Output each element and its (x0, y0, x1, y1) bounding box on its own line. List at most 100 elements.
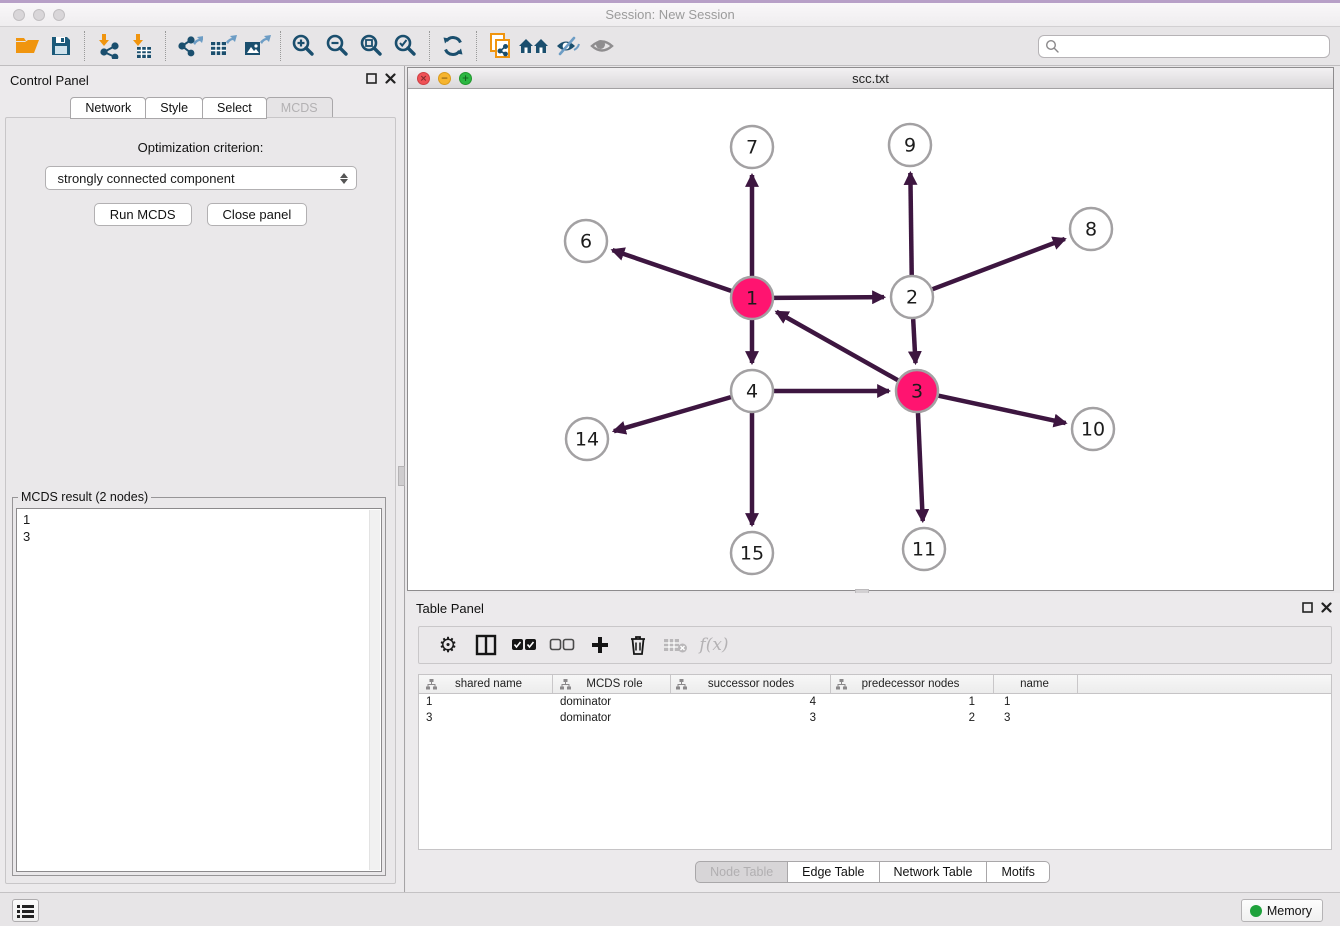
table-row[interactable]: 3dominator323 (419, 710, 1331, 726)
table-settings-button[interactable]: ⚙ (429, 629, 467, 661)
tab-network-table[interactable]: Network Table (879, 861, 988, 883)
zoom-selected-button[interactable] (389, 30, 423, 62)
hide-labels-button[interactable] (551, 30, 585, 62)
graph-node-7[interactable]: 7 (731, 126, 773, 168)
svg-text:4: 4 (746, 381, 758, 403)
graph-edge-1-6[interactable] (612, 250, 731, 291)
table-cell-mcds-role[interactable]: dominator (553, 710, 671, 726)
delete-column-button[interactable] (619, 629, 657, 661)
close-table-panel-icon[interactable] (1321, 602, 1332, 613)
select-all-icon (511, 638, 537, 652)
column-header-name[interactable]: name (994, 675, 1078, 693)
graph-edge-3-11[interactable] (918, 413, 923, 521)
table-cell-successor-nodes[interactable]: 4 (671, 694, 831, 710)
network-canvas[interactable]: 7 9 6 8 1 2 4 3 14 10 15 11 (408, 89, 1333, 590)
graph-node-15[interactable]: 15 (731, 532, 773, 574)
table-cell-shared-name[interactable]: 1 (419, 694, 553, 710)
column-type-icon (676, 679, 687, 690)
tab-node-table[interactable]: Node Table (695, 861, 788, 883)
table-cell-mcds-role[interactable]: dominator (553, 694, 671, 710)
duplicate-network-icon (487, 32, 513, 60)
table-row[interactable]: 1dominator411 (419, 694, 1331, 710)
save-session-button[interactable] (44, 30, 78, 62)
table-cell-predecessor-nodes[interactable]: 1 (831, 694, 994, 710)
criterion-dropdown[interactable]: strongly connected component (45, 166, 357, 190)
graph-node-9[interactable]: 9 (889, 124, 931, 166)
table-cell-name[interactable]: 3 (994, 710, 1078, 726)
column-header-shared-name[interactable]: shared name (419, 675, 553, 693)
export-network-button[interactable] (172, 30, 206, 62)
delete-table-button[interactable] (657, 629, 695, 661)
first-neighbors-button[interactable] (436, 30, 470, 62)
svg-text:9: 9 (904, 135, 916, 157)
add-column-button[interactable] (581, 629, 619, 661)
graph-node-10[interactable]: 10 (1072, 408, 1114, 450)
tab-select[interactable]: Select (202, 97, 267, 119)
column-header-predecessor-nodes[interactable]: predecessor nodes (831, 675, 994, 693)
export-table-button[interactable] (206, 30, 240, 62)
graph-node-2[interactable]: 2 (891, 276, 933, 318)
show-all-networks-button[interactable] (517, 30, 551, 62)
result-line: 1 (23, 511, 381, 528)
toggle-panel-columns-button[interactable] (467, 629, 505, 661)
graph-edge-2-9[interactable] (910, 173, 911, 275)
result-scrollbar[interactable] (369, 510, 380, 870)
memory-button[interactable]: Memory (1241, 899, 1323, 922)
toolbar-separator (165, 31, 166, 61)
graph-node-3[interactable]: 3 (896, 370, 938, 412)
graph-edge-2-3[interactable] (913, 319, 915, 363)
search-input[interactable] (1038, 35, 1330, 58)
tab-edge-table[interactable]: Edge Table (787, 861, 879, 883)
tab-mcds[interactable]: MCDS (266, 97, 333, 119)
graph-node-4[interactable]: 4 (731, 370, 773, 412)
result-lines-container: 13 (23, 511, 381, 545)
run-mcds-button[interactable]: Run MCDS (94, 203, 192, 226)
tab-motifs[interactable]: Motifs (986, 861, 1049, 883)
search-container (1038, 35, 1330, 58)
graph-edge-1-2[interactable] (774, 297, 884, 298)
graph-node-8[interactable]: 8 (1070, 208, 1112, 250)
tab-network[interactable]: Network (70, 97, 146, 119)
open-file-button[interactable] (10, 30, 44, 62)
graph-edge-3-1[interactable] (776, 312, 897, 380)
export-image-button[interactable] (240, 30, 274, 62)
preview-eye-button[interactable] (585, 30, 619, 62)
graph-node-11[interactable]: 11 (903, 528, 945, 570)
svg-text:8: 8 (1085, 219, 1097, 241)
float-panel-icon[interactable] (366, 73, 377, 84)
zoom-fit-button[interactable] (355, 30, 389, 62)
network-window-titlebar[interactable]: × − + scc.txt (408, 68, 1333, 89)
mcds-result-textarea[interactable]: 13 (16, 508, 382, 872)
close-panel-icon[interactable] (385, 73, 396, 84)
table-cell-predecessor-nodes[interactable]: 2 (831, 710, 994, 726)
graph-edge-4-14[interactable] (614, 397, 731, 431)
svg-text:14: 14 (575, 429, 599, 451)
table-cell-name[interactable]: 1 (994, 694, 1078, 710)
function-builder-button[interactable]: f(x) (695, 629, 733, 661)
zoom-out-button[interactable] (321, 30, 355, 62)
network-window-title: scc.txt (408, 71, 1333, 86)
graph-node-1[interactable]: 1 (731, 277, 773, 319)
zoom-in-button[interactable] (287, 30, 321, 62)
tab-style[interactable]: Style (145, 97, 203, 119)
graph-node-6[interactable]: 6 (565, 220, 607, 262)
column-header-successor-nodes[interactable]: successor nodes (671, 675, 831, 693)
table-cell-shared-name[interactable]: 3 (419, 710, 553, 726)
toggle-panel-columns-icon (475, 634, 497, 656)
task-history-button[interactable] (12, 899, 39, 922)
import-table-button[interactable] (125, 30, 159, 62)
select-all-button[interactable] (505, 629, 543, 661)
graph-edge-2-8[interactable] (933, 239, 1065, 289)
vertical-splitter-handle[interactable] (398, 466, 405, 486)
duplicate-network-button[interactable] (483, 30, 517, 62)
svg-text:6: 6 (580, 231, 592, 253)
float-table-panel-icon[interactable] (1302, 602, 1313, 613)
column-header-mcds-role[interactable]: MCDS role (553, 675, 671, 693)
graph-node-14[interactable]: 14 (566, 418, 608, 460)
graph-edge-3-10[interactable] (939, 396, 1066, 423)
import-network-button[interactable] (91, 30, 125, 62)
close-panel-button[interactable]: Close panel (207, 203, 308, 226)
table-cell-successor-nodes[interactable]: 3 (671, 710, 831, 726)
export-image-icon (243, 33, 271, 59)
unselect-all-button[interactable] (543, 629, 581, 661)
